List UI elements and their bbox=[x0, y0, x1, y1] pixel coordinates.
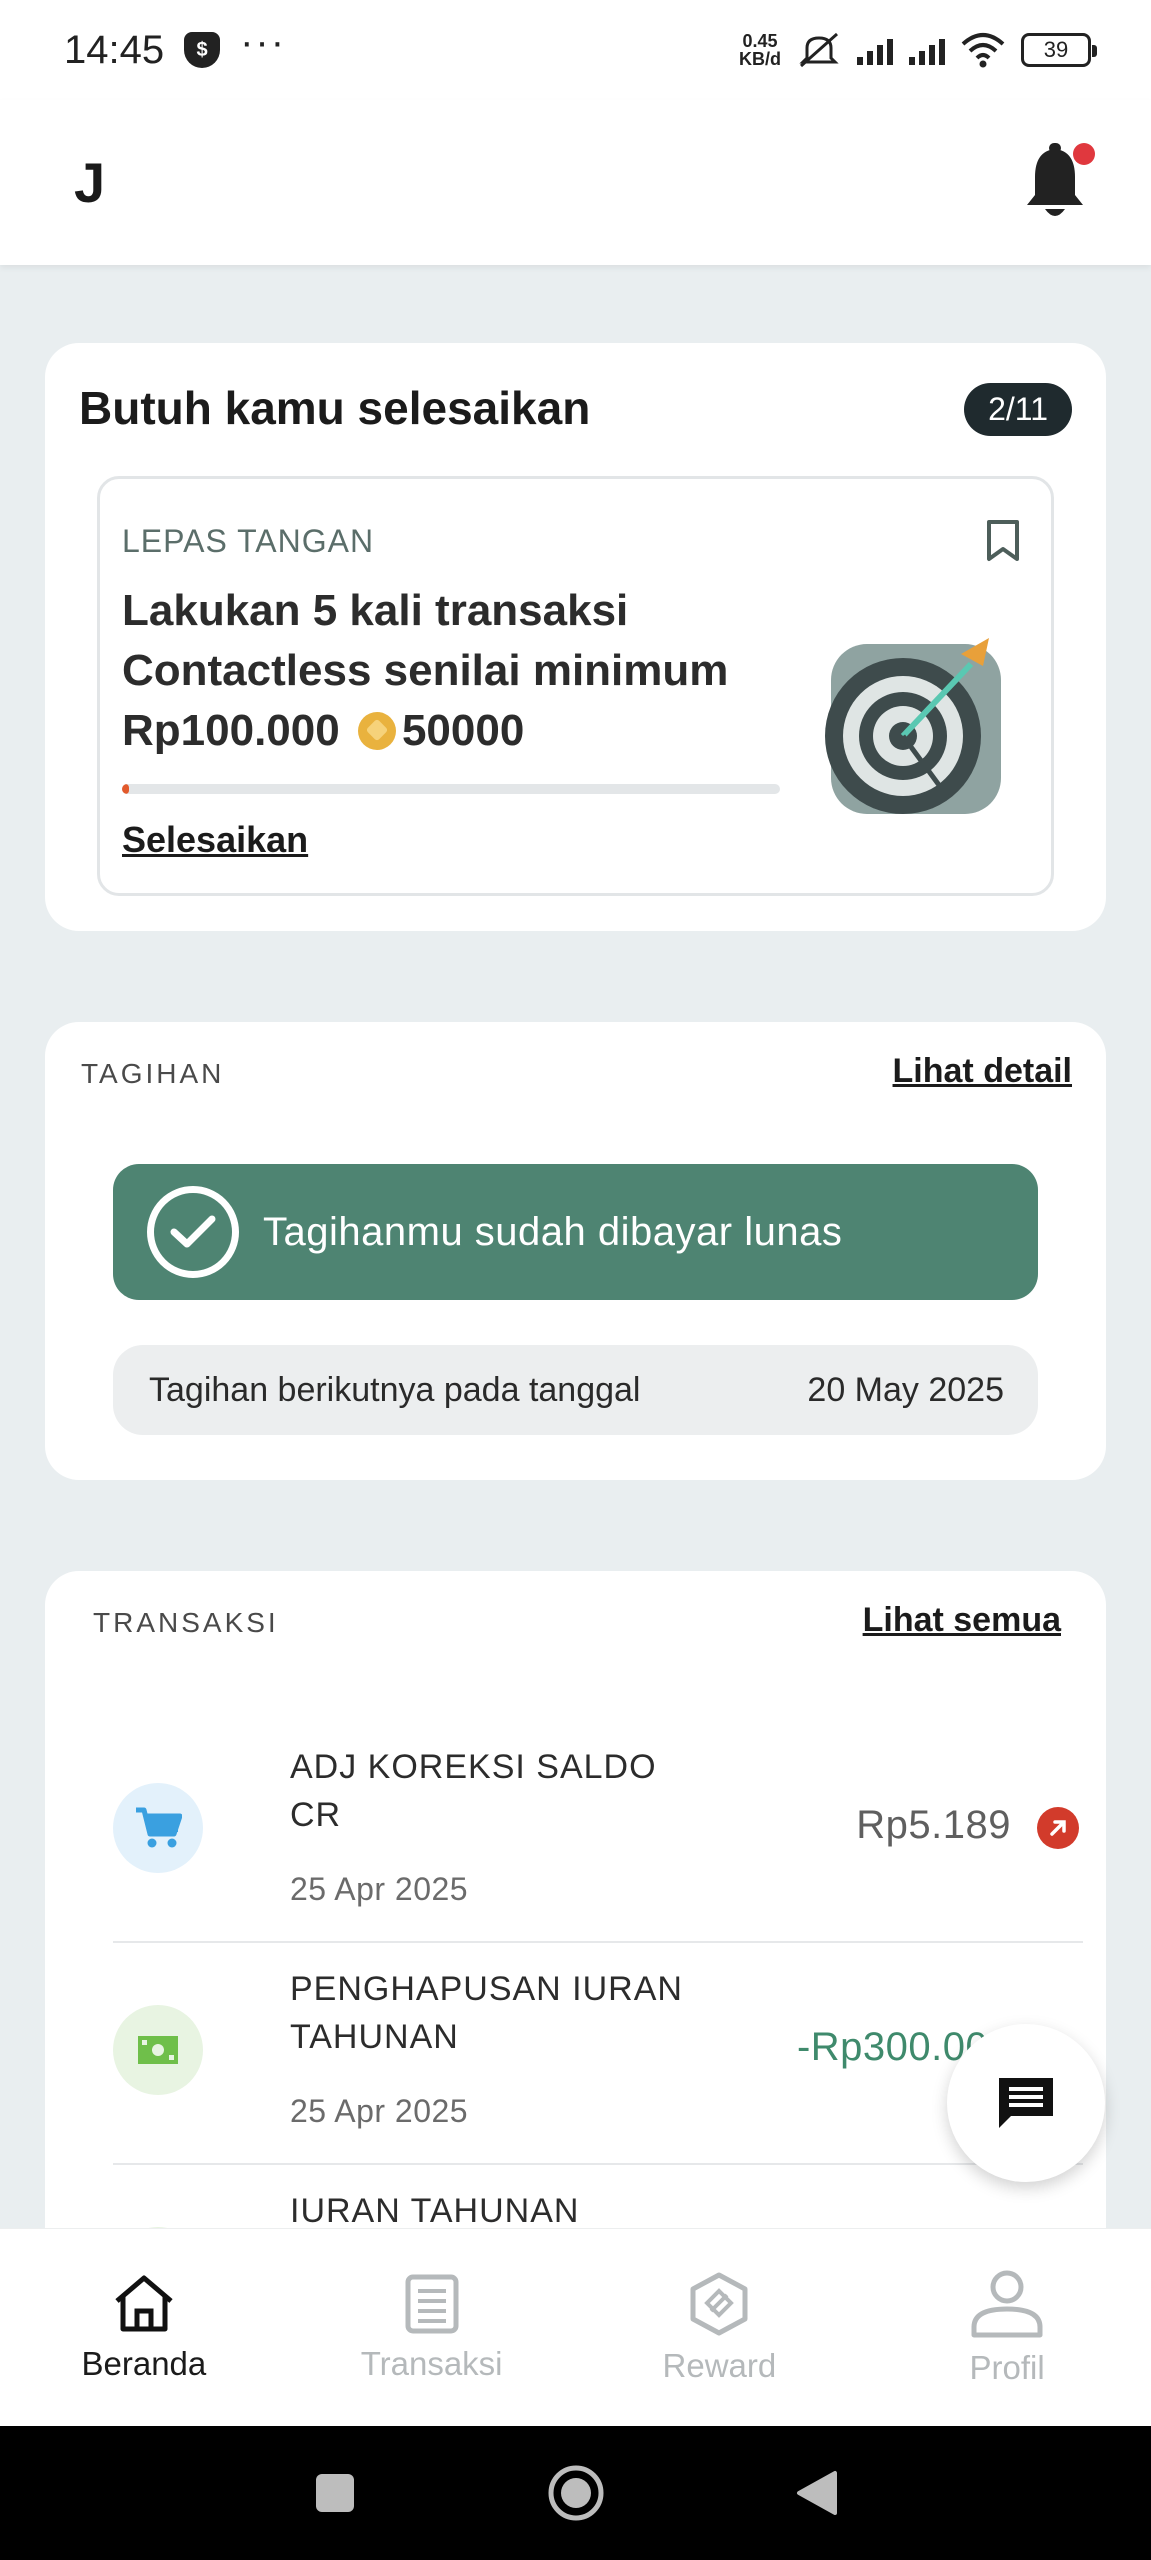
next-bill-date: 20 May 2025 bbox=[807, 1370, 1004, 1409]
task-reward: 50000 bbox=[401, 706, 525, 755]
chat-button[interactable] bbox=[947, 2024, 1105, 2182]
nav-home[interactable]: Beranda bbox=[19, 2273, 269, 2383]
chat-icon bbox=[999, 2078, 1053, 2128]
reward-icon bbox=[690, 2272, 748, 2335]
transaction-row[interactable]: PENGHAPUSAN IURAN TAHUNAN 25 Apr 2025 -R… bbox=[113, 1945, 1083, 2165]
battery-icon: 39 bbox=[1021, 33, 1097, 67]
transaction-name: ADJ KOREKSI SALDO CR bbox=[290, 1748, 657, 1834]
bookmark-icon[interactable] bbox=[985, 519, 1021, 563]
more-notifications: ··· bbox=[240, 19, 287, 64]
network-speed-value: 0.45 bbox=[742, 31, 778, 51]
nav-profile-label: Profil bbox=[969, 2348, 1045, 2386]
status-right: 0.45 KB/d 39 bbox=[739, 30, 1097, 70]
home-button[interactable] bbox=[547, 2464, 605, 2522]
home-icon bbox=[115, 2275, 173, 2331]
bill-card: TAGIHAN Lihat detail Tagihanmu sudah dib… bbox=[45, 1022, 1106, 1480]
outgoing-arrow-icon bbox=[1037, 1807, 1079, 1849]
app-header: J bbox=[0, 100, 1151, 265]
notification-button[interactable] bbox=[1021, 142, 1095, 223]
todo-card: Butuh kamu selesaikan 2/11 LEPAS TANGAN … bbox=[45, 343, 1106, 931]
nav-transactions[interactable]: Transaksi bbox=[307, 2273, 557, 2383]
system-navigation-bar bbox=[0, 2426, 1151, 2560]
see-all-transactions-link[interactable]: Lihat semua bbox=[863, 1601, 1061, 1640]
network-speed-unit: KB/d bbox=[739, 49, 781, 69]
wifi-icon bbox=[961, 33, 1005, 68]
coin-icon bbox=[357, 712, 396, 750]
receipt-icon bbox=[405, 2274, 459, 2333]
signal-2-icon bbox=[909, 35, 945, 65]
bill-section-label: TAGIHAN bbox=[81, 1058, 225, 1089]
next-bill-row: Tagihan berikutnya pada tanggal 20 May 2… bbox=[113, 1345, 1038, 1435]
transaction-amount: Rp5.189 bbox=[856, 1803, 1011, 1847]
transactions-section-label: TRANSAKSI bbox=[93, 1607, 279, 1638]
status-bar: 14:45 $ ··· 0.45 KB/d 39 bbox=[0, 0, 1151, 100]
cart-icon bbox=[113, 1783, 203, 1873]
nav-reward-label: Reward bbox=[662, 2346, 777, 2384]
nav-profile[interactable]: Profil bbox=[882, 2269, 1132, 2387]
task-description: Lakukan 5 kali transaksi Contactless sen… bbox=[122, 581, 802, 761]
mute-icon bbox=[799, 32, 839, 68]
task-progress-bar bbox=[122, 784, 780, 794]
profile-icon bbox=[971, 2270, 1043, 2337]
todo-count-badge: 2/11 bbox=[964, 383, 1072, 436]
paid-status-banner: Tagihanmu sudah dibayar lunas bbox=[113, 1164, 1038, 1300]
clock: 14:45 bbox=[64, 27, 165, 72]
transaction-row[interactable]: ADJ KOREKSI SALDO CR 25 Apr 2025 Rp5.189 bbox=[113, 1723, 1083, 1943]
recents-button[interactable] bbox=[313, 2471, 357, 2515]
complete-task-link[interactable]: Selesaikan bbox=[122, 819, 308, 861]
nav-reward[interactable]: Reward bbox=[594, 2271, 844, 2385]
transaction-name: PENGHAPUSAN IURAN TAHUNAN bbox=[290, 1970, 683, 2056]
nav-transactions-label: Transaksi bbox=[360, 2344, 503, 2382]
target-icon bbox=[825, 638, 1001, 814]
transaction-date: 25 Apr 2025 bbox=[290, 1871, 469, 1907]
notification-dot bbox=[1073, 142, 1095, 165]
back-button[interactable] bbox=[795, 2469, 839, 2517]
task-card[interactable]: LEPAS TANGAN Lakukan 5 kali transaksi Co… bbox=[97, 476, 1054, 896]
bill-detail-link[interactable]: Lihat detail bbox=[893, 1052, 1072, 1091]
check-circle-icon bbox=[147, 1186, 239, 1278]
cash-icon bbox=[113, 2005, 203, 2095]
network-speed: 0.45 KB/d bbox=[739, 32, 781, 68]
task-progress-fill bbox=[122, 784, 129, 794]
task-category: LEPAS TANGAN bbox=[122, 523, 375, 559]
signal-1-icon bbox=[857, 35, 893, 65]
shield-dollar-icon: $ bbox=[184, 32, 221, 68]
transactions-card: TRANSAKSI Lihat semua ADJ KOREKSI SALDO … bbox=[45, 1571, 1106, 2317]
paid-status-text: Tagihanmu sudah dibayar lunas bbox=[263, 1209, 843, 1254]
nav-home-label: Beranda bbox=[81, 2344, 207, 2382]
todo-title: Butuh kamu selesaikan bbox=[79, 382, 591, 434]
bottom-navigation: Beranda Transaksi Reward Profil bbox=[0, 2228, 1151, 2426]
next-bill-label: Tagihan berikutnya pada tanggal bbox=[149, 1370, 641, 1409]
transaction-date: 25 Apr 2025 bbox=[290, 2093, 469, 2129]
user-initial[interactable]: J bbox=[74, 150, 105, 215]
status-left: 14:45 $ ··· bbox=[64, 20, 286, 73]
